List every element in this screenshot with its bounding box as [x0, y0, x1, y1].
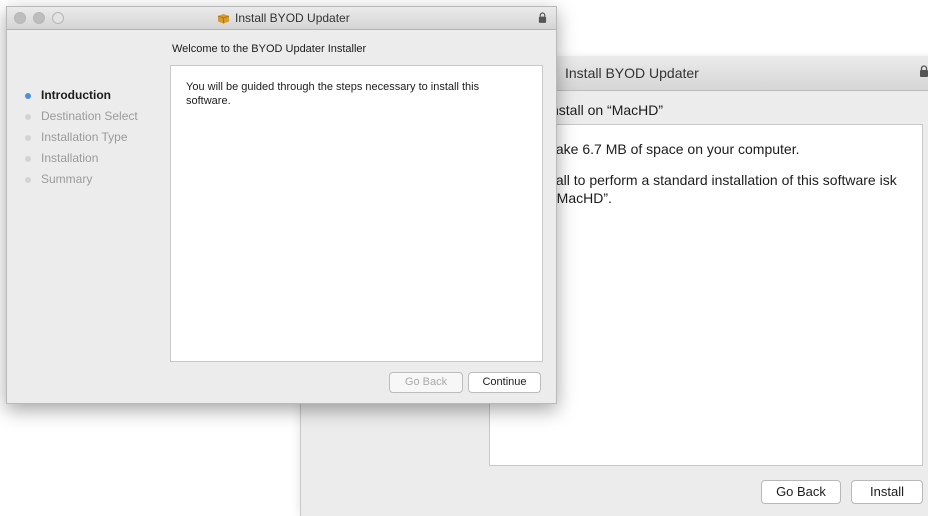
window-title: Install BYOD Updater	[235, 11, 350, 25]
step-label: Installation Type	[41, 130, 128, 144]
lock-icon	[920, 65, 928, 77]
zoom-button[interactable]	[52, 12, 64, 24]
window-title: Install BYOD Updater	[565, 65, 699, 81]
step-bullet-icon	[25, 135, 31, 141]
step-label: Summary	[41, 172, 93, 186]
go-back-button[interactable]: Go Back	[761, 480, 841, 504]
go-back-button: Go Back	[389, 372, 463, 393]
step-introduction: Introduction	[23, 85, 138, 106]
lock-icon	[538, 12, 547, 23]
step-bullet-icon	[25, 177, 31, 183]
step-bullet-icon	[25, 93, 31, 99]
installer-window-front: Install BYOD Updater Welcome to the BYOD…	[6, 6, 557, 404]
steps-sidebar: Introduction Destination Select Installa…	[23, 85, 138, 190]
step-label: Introduction	[41, 88, 111, 102]
step-label: Destination Select	[41, 109, 138, 123]
space-required-text: take 6.7 MB of space on your computer.	[552, 141, 800, 157]
close-button[interactable]	[14, 12, 26, 24]
title-bar[interactable]: Install BYOD Updater	[7, 7, 556, 30]
step-bullet-icon	[25, 156, 31, 162]
package-icon	[217, 13, 230, 23]
minimize-button[interactable]	[33, 12, 45, 24]
page-heading: nstall on “MacHD”	[551, 102, 664, 118]
page-heading: Welcome to the BYOD Updater Installer	[172, 43, 367, 55]
continue-button[interactable]: Continue	[468, 372, 541, 393]
content-panel: You will be guided through the steps nec…	[170, 65, 543, 362]
step-label: Installation	[41, 151, 99, 165]
install-button[interactable]: Install	[851, 480, 923, 504]
step-installation-type: Installation Type	[23, 127, 138, 148]
welcome-text: You will be guided through the steps nec…	[186, 81, 480, 107]
step-bullet-icon	[25, 114, 31, 120]
install-instructions-text: tall to perform a standard installation …	[552, 172, 897, 206]
window-title-group: Install BYOD Updater	[217, 11, 350, 25]
step-destination-select: Destination Select	[23, 106, 138, 127]
step-installation: Installation	[23, 148, 138, 169]
step-summary: Summary	[23, 169, 138, 190]
